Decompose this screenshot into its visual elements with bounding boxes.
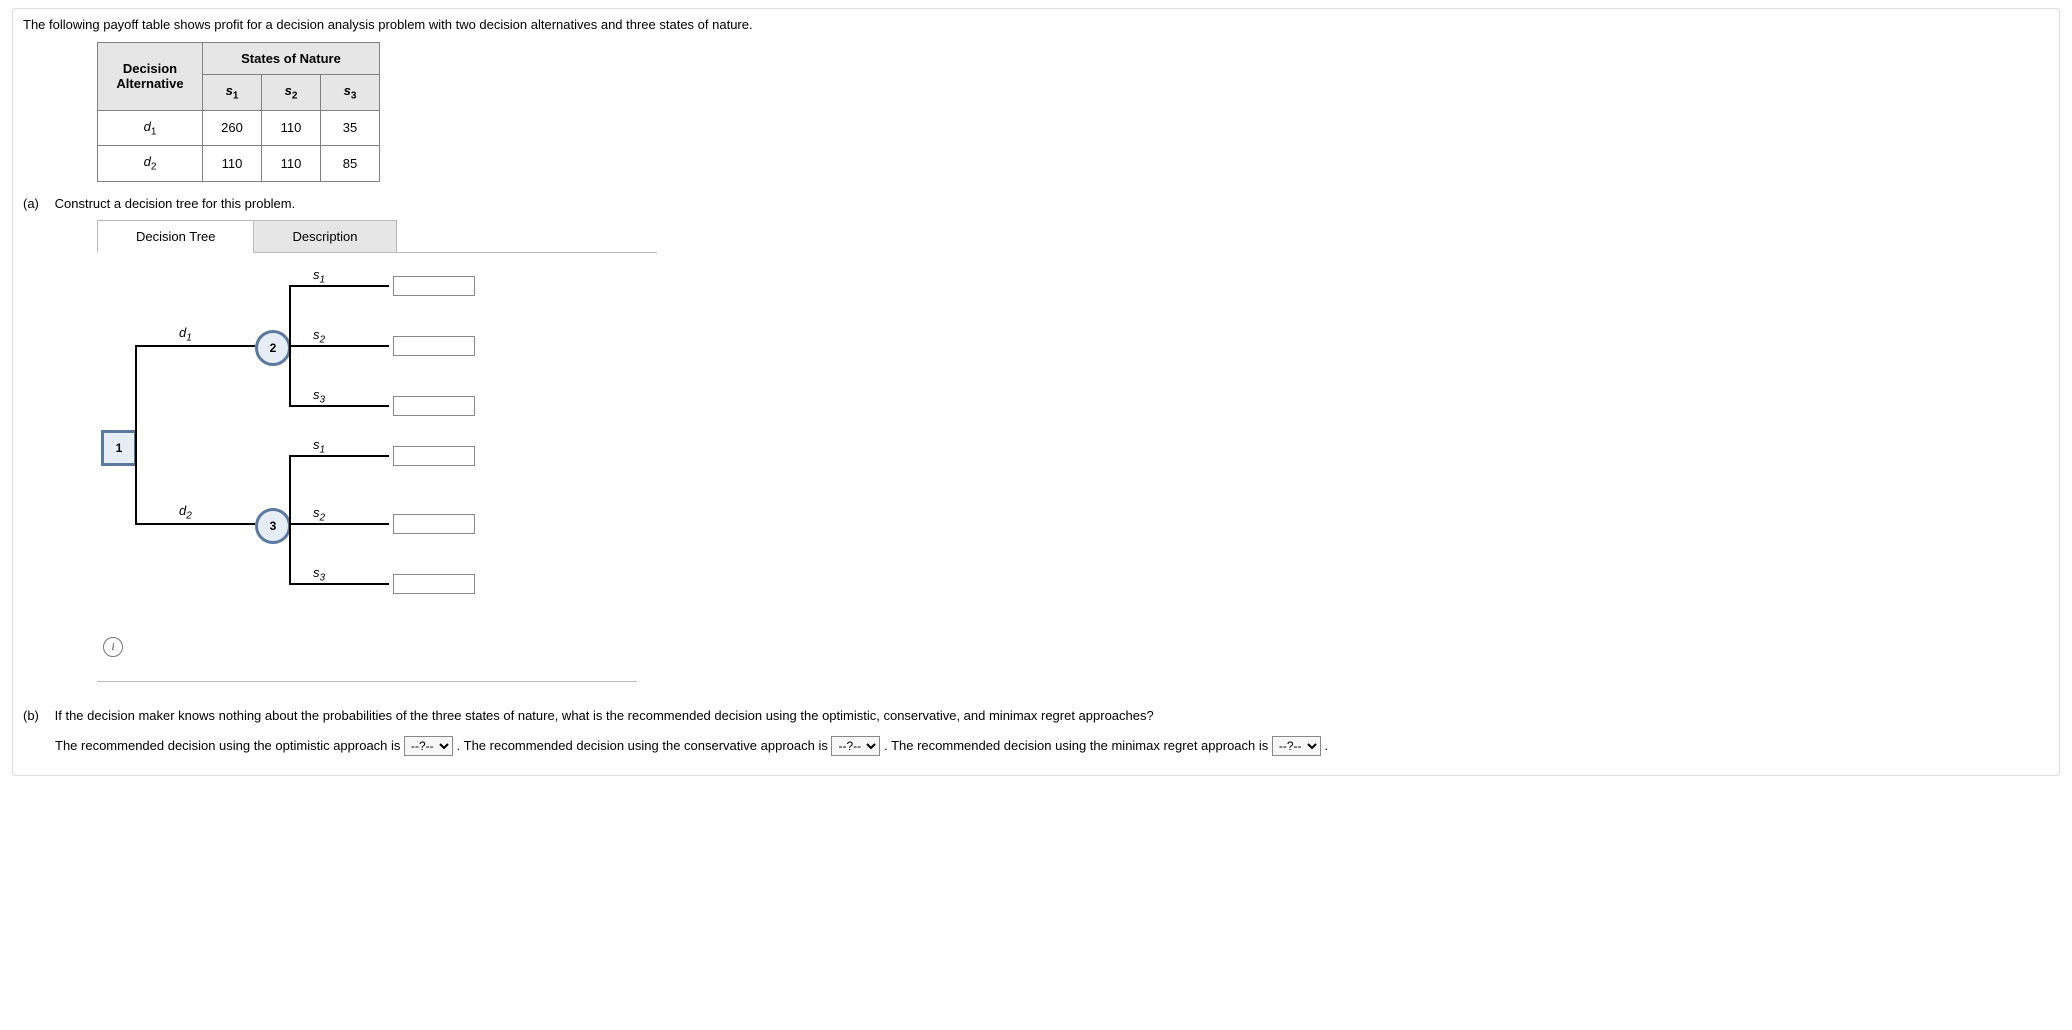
table-row: d1 260 110 35 — [98, 110, 380, 146]
decision-node-1: 1 — [101, 430, 137, 466]
optimistic-label: The recommended decision using the optim… — [55, 738, 404, 753]
cell-d1-s2: 110 — [262, 110, 321, 146]
part-a-text: Construct a decision tree for this probl… — [55, 196, 296, 211]
tab-decision-tree[interactable]: Decision Tree — [97, 220, 254, 253]
branch-label-n3-s3: s3 — [313, 565, 325, 584]
minimax-dropdown[interactable]: --?-- — [1272, 736, 1321, 756]
cell-d1-s3: 35 — [321, 110, 380, 146]
part-b-answers: The recommended decision using the optim… — [55, 733, 2049, 759]
header-decision-alternative: Decision Alternative — [98, 43, 203, 111]
tree-line — [135, 345, 137, 525]
header-states-of-nature: States of Nature — [203, 43, 380, 75]
tabs: Decision Tree Description — [97, 219, 2049, 252]
branch-label-n2-s2: s2 — [313, 327, 325, 346]
branch-label-d2: d2 — [179, 503, 192, 522]
chance-node-3: 3 — [255, 508, 291, 544]
cell-d2-s1: 110 — [203, 146, 262, 182]
tree-line — [135, 523, 255, 525]
table-row: d2 110 110 85 — [98, 146, 380, 182]
minimax-label: . The recommended decision using the min… — [884, 738, 1272, 753]
trailing-period: . — [1325, 738, 1329, 753]
tab-description[interactable]: Description — [253, 220, 396, 253]
payoff-input-d1-s3[interactable] — [393, 396, 475, 416]
branch-label-n2-s1: s1 — [313, 267, 325, 286]
col-s1: s1 — [203, 75, 262, 111]
part-b: (b) If the decision maker knows nothing … — [23, 708, 2049, 759]
branch-label-n3-s1: s1 — [313, 437, 325, 456]
cell-d2-s3: 85 — [321, 146, 380, 182]
tree-line — [135, 345, 255, 347]
tree-line — [289, 285, 389, 287]
row-d2-label: d2 — [98, 146, 203, 182]
tree-line — [289, 523, 389, 525]
row-d1-label: d1 — [98, 110, 203, 146]
tree-line — [289, 405, 389, 407]
payoff-input-d2-s1[interactable] — [393, 446, 475, 466]
payoff-input-d1-s2[interactable] — [393, 336, 475, 356]
question-frame: The following payoff table shows profit … — [12, 8, 2060, 776]
part-b-label: (b) If the decision maker knows nothing … — [23, 708, 2049, 723]
part-a-label: (a) Construct a decision tree for this p… — [23, 196, 2049, 211]
problem-prompt: The following payoff table shows profit … — [23, 17, 2049, 32]
info-icon[interactable]: i — [103, 637, 123, 657]
payoff-input-d1-s1[interactable] — [393, 276, 475, 296]
branch-label-n2-s3: s3 — [313, 387, 325, 406]
tab-panel-decision-tree: 1 d1 2 d2 3 s1 s2 s3 — [97, 252, 657, 663]
conservative-dropdown[interactable]: --?-- — [831, 736, 880, 756]
part-b-question: If the decision maker knows nothing abou… — [55, 708, 1154, 723]
branch-label-n3-s2: s2 — [313, 505, 325, 524]
decision-tree-diagram: 1 d1 2 d2 3 s1 s2 s3 — [101, 265, 481, 625]
tree-line — [289, 455, 291, 585]
part-b-marker: (b) — [23, 708, 51, 723]
panel-divider — [97, 681, 637, 682]
tree-line — [289, 345, 389, 347]
payoff-table-wrap: Decision Alternative States of Nature s1… — [97, 42, 2049, 182]
col-s2: s2 — [262, 75, 321, 111]
tree-line — [289, 583, 389, 585]
payoff-input-d2-s3[interactable] — [393, 574, 475, 594]
part-a-marker: (a) — [23, 196, 51, 211]
branch-label-d1: d1 — [179, 325, 192, 344]
cell-d1-s1: 260 — [203, 110, 262, 146]
col-s3: s3 — [321, 75, 380, 111]
optimistic-dropdown[interactable]: --?-- — [404, 736, 453, 756]
payoff-table: Decision Alternative States of Nature s1… — [97, 42, 380, 182]
cell-d2-s2: 110 — [262, 146, 321, 182]
tree-line — [289, 455, 389, 457]
chance-node-2: 2 — [255, 330, 291, 366]
payoff-input-d2-s2[interactable] — [393, 514, 475, 534]
conservative-label: . The recommended decision using the con… — [457, 738, 832, 753]
